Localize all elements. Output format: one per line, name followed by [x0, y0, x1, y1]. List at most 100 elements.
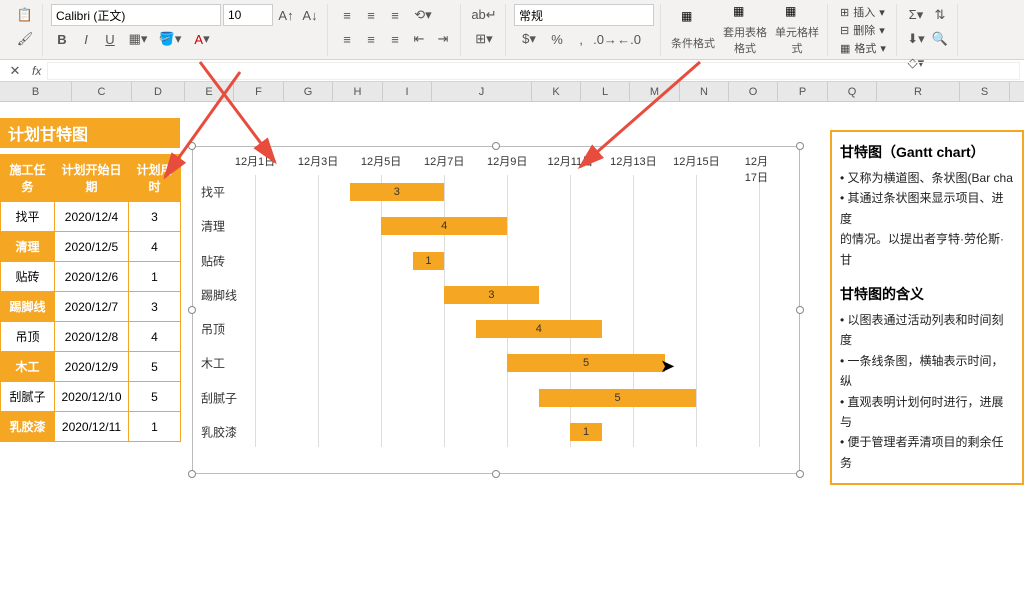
table-row[interactable]: 刮腻子2020/12/105 [1, 382, 181, 412]
formula-input[interactable] [47, 62, 1020, 80]
table-cell: 2020/12/6 [55, 262, 129, 292]
sort-button[interactable]: ⇅ [929, 4, 951, 26]
table-row[interactable]: 贴砖2020/12/61 [1, 262, 181, 292]
percent-button[interactable]: % [546, 28, 568, 50]
info-text: • 其通过条状图来显示项目、进度 [840, 188, 1014, 229]
underline-button[interactable]: U [99, 28, 121, 50]
format-icon: ▦ [840, 42, 850, 55]
comma-button[interactable]: , [570, 28, 592, 50]
align-center-button[interactable]: ≡ [360, 28, 382, 50]
column-header[interactable]: M [630, 82, 680, 101]
gantt-bar[interactable]: 5 [539, 389, 697, 407]
table-row[interactable]: 踢脚线2020/12/73 [1, 292, 181, 322]
number-format-select[interactable] [514, 4, 654, 26]
column-header[interactable]: P [778, 82, 828, 101]
selection-handle[interactable] [796, 306, 804, 314]
table-cell: 3 [129, 292, 181, 322]
y-axis-label: 踢脚线 [201, 286, 237, 303]
column-header[interactable]: F [234, 82, 284, 101]
selection-handle[interactable] [492, 470, 500, 478]
paste-button[interactable]: 📋 [14, 4, 36, 26]
decrease-decimal-button[interactable]: ←.0 [618, 28, 640, 50]
table-row[interactable]: 找平2020/12/43 [1, 202, 181, 232]
column-header[interactable]: O [729, 82, 778, 101]
gantt-data-table: 施工任务计划开始日期计划用时 找平2020/12/43清理2020/12/54贴… [0, 154, 181, 442]
increase-decimal-button[interactable]: .0→ [594, 28, 616, 50]
decrease-indent-button[interactable]: ⇤ [408, 28, 430, 50]
gantt-bar[interactable]: 3 [350, 183, 445, 201]
column-header[interactable]: E [185, 82, 234, 101]
x-axis-tick: 12月17日 [745, 153, 775, 185]
table-header: 计划开始日期 [55, 155, 129, 202]
column-header[interactable]: K [532, 82, 581, 101]
bold-button[interactable]: B [51, 28, 73, 50]
column-header[interactable]: N [680, 82, 729, 101]
gantt-bar[interactable]: 5 [507, 354, 665, 372]
column-header[interactable]: C [72, 82, 132, 101]
increase-font-button[interactable]: A↑ [275, 4, 297, 26]
table-row[interactable]: 乳胶漆2020/12/111 [1, 412, 181, 442]
gantt-chart[interactable]: 12月1日12月3日12月5日12月7日12月9日12月11日12月13日12月… [192, 146, 800, 474]
table-cell: 吊顶 [1, 322, 55, 352]
fill-color-button[interactable]: 🪣▾ [155, 28, 185, 50]
currency-button[interactable]: $▾ [514, 28, 544, 50]
fx-icon[interactable]: fx [32, 64, 41, 78]
table-row[interactable]: 吊顶2020/12/84 [1, 322, 181, 352]
gantt-bar[interactable]: 1 [570, 423, 602, 441]
cancel-formula-button[interactable]: ✕ [4, 60, 26, 82]
column-header[interactable]: I [383, 82, 432, 101]
selection-handle[interactable] [796, 470, 804, 478]
cond-format-icon: ▦ [681, 9, 705, 33]
font-color-button[interactable]: A▾ [187, 28, 217, 50]
column-header[interactable]: L [581, 82, 630, 101]
x-axis-tick: 12月11日 [547, 153, 593, 169]
column-header[interactable]: G [284, 82, 333, 101]
orientation-button[interactable]: ⟲▾ [408, 4, 438, 26]
table-cell: 贴砖 [1, 262, 55, 292]
format-menu[interactable]: ▦格式 ▾ [836, 40, 890, 56]
table-row[interactable]: 木工2020/12/95 [1, 352, 181, 382]
table-cell: 4 [129, 232, 181, 262]
align-bottom-button[interactable]: ≡ [384, 4, 406, 26]
column-header[interactable]: B [0, 82, 72, 101]
table-row[interactable]: 清理2020/12/54 [1, 232, 181, 262]
selection-handle[interactable] [492, 142, 500, 150]
gantt-bar[interactable]: 4 [476, 320, 602, 338]
selection-handle[interactable] [188, 142, 196, 150]
delete-menu[interactable]: ⊟删除 ▾ [836, 22, 890, 38]
selection-handle[interactable] [796, 142, 804, 150]
align-top-button[interactable]: ≡ [336, 4, 358, 26]
cell-style-button[interactable]: ▦单元格样式 [773, 4, 821, 56]
column-header[interactable]: J [432, 82, 532, 101]
column-header[interactable]: Q [828, 82, 877, 101]
wrap-text-button[interactable]: ab↵ [469, 4, 499, 26]
align-left-button[interactable]: ≡ [336, 28, 358, 50]
align-right-button[interactable]: ≡ [384, 28, 406, 50]
fill-button[interactable]: ⬇▾ [905, 28, 927, 50]
merge-button[interactable]: ⊞▾ [469, 28, 499, 50]
border-button[interactable]: ▦▾ [123, 28, 153, 50]
conditional-format-button[interactable]: ▦条件格式 [669, 4, 717, 56]
column-header[interactable]: R [877, 82, 960, 101]
table-cell: 踢脚线 [1, 292, 55, 322]
align-middle-button[interactable]: ≡ [360, 4, 382, 26]
worksheet-area: 计划甘特图 施工任务计划开始日期计划用时 找平2020/12/43清理2020/… [0, 102, 1024, 601]
selection-handle[interactable] [188, 470, 196, 478]
table-format-button[interactable]: ▦套用表格格式 [721, 4, 769, 56]
font-name-select[interactable] [51, 4, 221, 26]
increase-indent-button[interactable]: ⇥ [432, 28, 454, 50]
selection-handle[interactable] [188, 306, 196, 314]
format-painter-button[interactable]: 🖌 [14, 28, 36, 50]
column-header[interactable]: D [132, 82, 185, 101]
find-button[interactable]: 🔍 [929, 28, 951, 50]
column-header[interactable]: H [333, 82, 383, 101]
decrease-font-button[interactable]: A↓ [299, 4, 321, 26]
gantt-bar[interactable]: 3 [444, 286, 539, 304]
italic-button[interactable]: I [75, 28, 97, 50]
gantt-bar[interactable]: 4 [381, 217, 507, 235]
font-size-select[interactable] [223, 4, 273, 26]
gantt-bar[interactable]: 1 [413, 252, 445, 270]
insert-menu[interactable]: ⊞插入 ▾ [836, 4, 890, 20]
column-header[interactable]: S [960, 82, 1010, 101]
autosum-button[interactable]: Σ▾ [905, 4, 927, 26]
